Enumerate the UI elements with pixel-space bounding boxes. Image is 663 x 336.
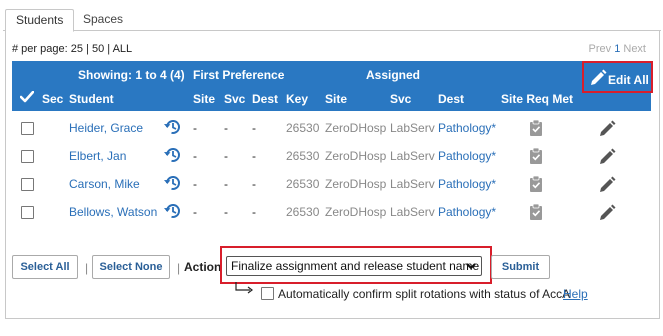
history-icon[interactable]	[162, 202, 182, 220]
first-pref-svc: -	[224, 121, 228, 135]
submit-button[interactable]: Submit	[491, 255, 550, 279]
help-link[interactable]: Help	[563, 287, 588, 301]
first-pref-dest: -	[252, 149, 256, 163]
pager-next: Next	[623, 43, 646, 55]
pager: Prev 1 Next	[589, 43, 647, 55]
key: 26530	[286, 177, 320, 191]
per-page-50[interactable]: 50	[92, 43, 104, 55]
first-pref-dest: -	[252, 205, 256, 219]
highlight-action-select	[220, 246, 492, 284]
per-page-control: # per page: 25 | 50 | ALL	[12, 43, 132, 55]
col-svc[interactable]: Svc	[224, 92, 245, 106]
tab-spaces[interactable]: Spaces	[73, 9, 133, 32]
first-pref-site: -	[193, 149, 197, 163]
auto-confirm-checkbox[interactable]	[261, 287, 274, 300]
assigned-site: ZeroDHosp	[325, 121, 387, 135]
assigned-svc: LabServ	[390, 121, 435, 135]
col-site-req-met[interactable]: Site Req Met	[501, 92, 573, 106]
showing-count: Showing: 1 to 4 (4)	[78, 68, 185, 82]
row-checkbox[interactable]	[21, 178, 34, 191]
pencil-icon[interactable]	[598, 148, 616, 166]
highlight-edit-all	[582, 61, 653, 93]
col-assigned-dest[interactable]: Dest	[438, 92, 464, 106]
assigned-site: ZeroDHosp	[325, 177, 387, 191]
group-first-preference: First Preference	[193, 68, 285, 82]
assigned-dest-link[interactable]: Pathology*	[438, 121, 496, 135]
first-pref-site: -	[193, 177, 197, 191]
assigned-svc: LabServ	[390, 149, 435, 163]
separator: |	[85, 261, 89, 275]
assigned-site: ZeroDHosp	[325, 205, 387, 219]
student-name-link[interactable]: Bellows, Watson	[69, 205, 157, 219]
auto-confirm-label: Automatically confirm split rotations wi…	[278, 287, 571, 301]
separator: |	[177, 261, 181, 275]
pager-current-page[interactable]: 1	[614, 43, 620, 55]
col-key[interactable]: Key	[286, 92, 308, 106]
col-student[interactable]: Student	[69, 92, 114, 106]
first-pref-site: -	[193, 121, 197, 135]
select-all-check-icon[interactable]	[20, 91, 34, 103]
table-row: Elbert, Jan - - - 26530 ZeroDHosp LabSer…	[12, 143, 651, 171]
pencil-icon[interactable]	[598, 120, 616, 138]
first-pref-svc: -	[224, 177, 228, 191]
clipboard-check-icon	[530, 147, 542, 164]
first-pref-dest: -	[252, 177, 256, 191]
clipboard-check-icon	[530, 119, 542, 136]
per-page-separator: |	[86, 43, 89, 55]
key: 26530	[286, 205, 320, 219]
first-pref-svc: -	[224, 205, 228, 219]
col-dest[interactable]: Dest	[252, 92, 278, 106]
row-checkbox[interactable]	[21, 150, 34, 163]
action-label: Action	[184, 260, 222, 274]
col-assigned-site[interactable]: Site	[325, 92, 347, 106]
table-row: Bellows, Watson - - - 26530 ZeroDHosp La…	[12, 199, 651, 227]
tab-students[interactable]: Students	[5, 9, 75, 32]
first-pref-svc: -	[224, 149, 228, 163]
clipboard-check-icon	[530, 203, 542, 220]
table-row: Carson, Mike - - - 26530 ZeroDHosp LabSe…	[12, 171, 651, 199]
col-sec[interactable]: Sec	[42, 92, 63, 106]
tab-bar: Students Spaces	[3, 9, 661, 32]
per-page-label: # per page:	[12, 43, 68, 55]
assigned-dest-link[interactable]: Pathology*	[438, 177, 496, 191]
history-icon[interactable]	[162, 174, 182, 192]
per-page-all[interactable]: ALL	[113, 43, 133, 55]
first-pref-dest: -	[252, 121, 256, 135]
table-row: Heider, Grace - - - 26530 ZeroDHosp LabS…	[12, 115, 651, 143]
per-page-25[interactable]: 25	[71, 43, 83, 55]
student-name-link[interactable]: Carson, Mike	[69, 177, 140, 191]
assigned-svc: LabServ	[390, 205, 435, 219]
select-all-button[interactable]: Select All	[12, 255, 78, 279]
group-assigned: Assigned	[366, 68, 421, 82]
key: 26530	[286, 149, 320, 163]
student-name-link[interactable]: Elbert, Jan	[69, 149, 126, 163]
assigned-dest-link[interactable]: Pathology*	[438, 205, 496, 219]
assigned-site: ZeroDHosp	[325, 149, 387, 163]
table-header: Showing: 1 to 4 (4) First Preference Ass…	[12, 61, 651, 111]
clipboard-check-icon	[530, 175, 542, 192]
key: 26530	[286, 121, 320, 135]
col-assigned-svc[interactable]: Svc	[390, 92, 411, 106]
select-none-button[interactable]: Select None	[92, 255, 170, 279]
first-pref-site: -	[193, 205, 197, 219]
history-icon[interactable]	[162, 118, 182, 136]
student-name-link[interactable]: Heider, Grace	[69, 121, 143, 135]
pager-prev: Prev	[588, 43, 612, 55]
row-checkbox[interactable]	[21, 122, 34, 135]
pencil-icon[interactable]	[598, 176, 616, 194]
history-icon[interactable]	[162, 146, 182, 164]
per-page-separator: |	[107, 43, 111, 55]
row-checkbox[interactable]	[21, 206, 34, 219]
assigned-svc: LabServ	[390, 177, 435, 191]
assigned-dest-link[interactable]: Pathology*	[438, 149, 496, 163]
col-site[interactable]: Site	[193, 92, 215, 106]
return-arrow-icon	[235, 282, 253, 294]
pencil-icon[interactable]	[598, 204, 616, 222]
